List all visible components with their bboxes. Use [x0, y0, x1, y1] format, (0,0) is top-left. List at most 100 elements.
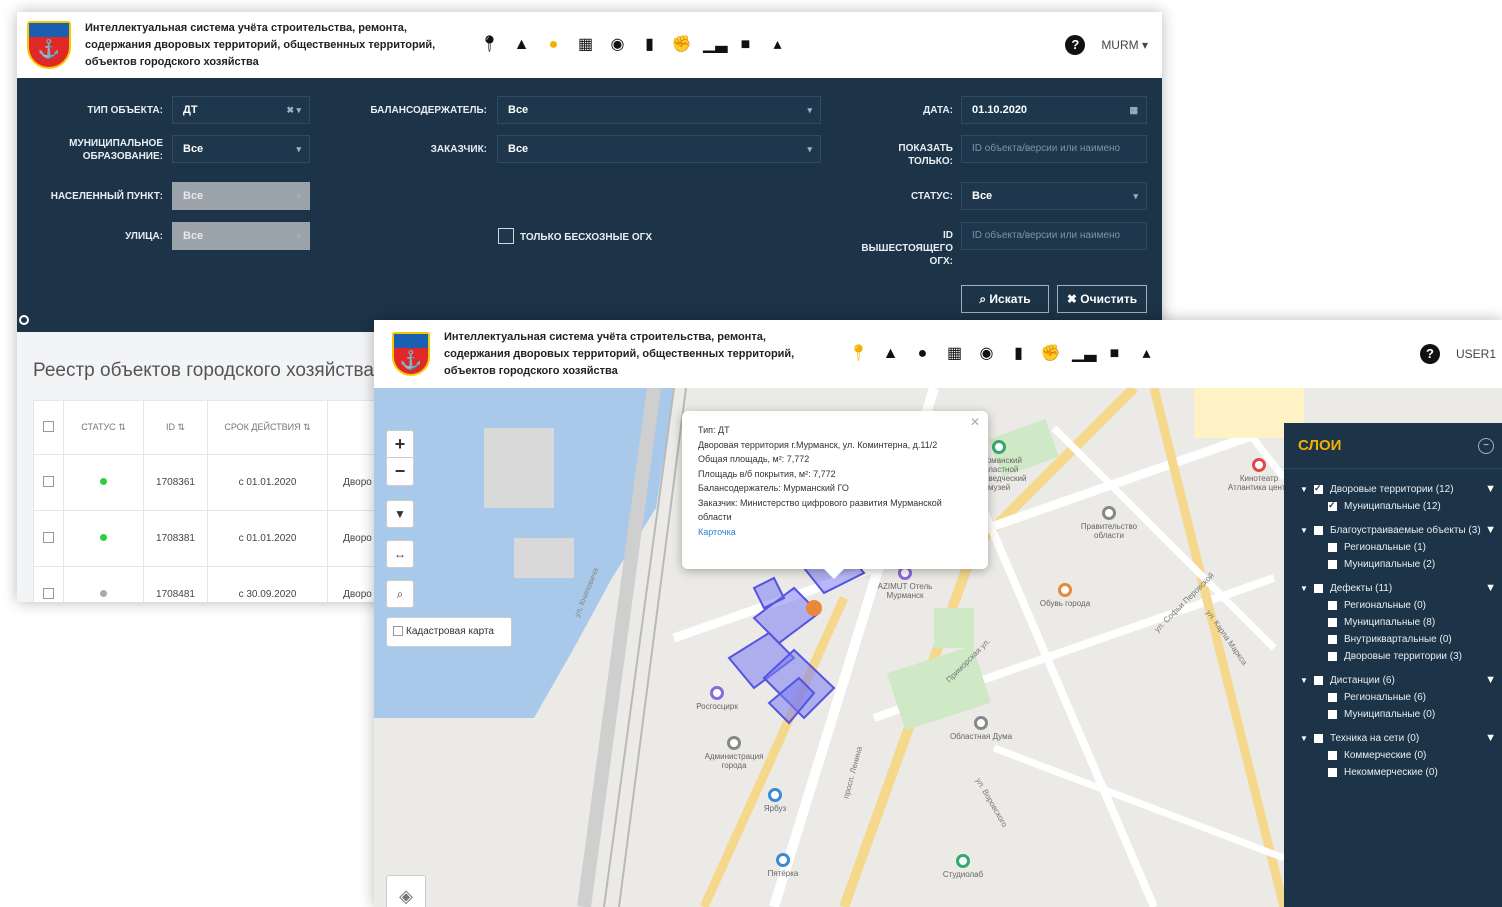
layer-group[interactable]: ▼ Дистанции (6) ▼ — [1284, 672, 1502, 689]
lightbulb-icon[interactable]: ● — [543, 35, 564, 55]
eye-icon[interactable]: ◉ — [976, 344, 997, 364]
locate-marker-button[interactable]: ▼ — [386, 500, 414, 528]
poi-marker[interactable]: AZIMUT Отель Мурманск — [870, 566, 940, 600]
table-row[interactable]: 1708481 с 30.09.2020 Дворо — [33, 566, 388, 602]
layer-checkbox[interactable] — [1328, 652, 1337, 661]
column-status[interactable]: СТАТУС ⇅ — [63, 400, 144, 455]
search-button[interactable]: ⌕ Искать — [961, 285, 1049, 313]
clear-button[interactable]: ✖ Очистить — [1057, 285, 1147, 313]
row-checkbox[interactable] — [43, 587, 54, 599]
street-select[interactable]: Все ▾ — [172, 222, 310, 250]
measure-button[interactable]: ↔ — [386, 540, 414, 568]
bar-chart-icon[interactable]: ▁▃ — [703, 35, 728, 55]
layer-group[interactable]: ▼ Техника на сети (0) ▼ — [1284, 730, 1502, 747]
layer-checkbox[interactable] — [1328, 693, 1337, 702]
expand-icon[interactable]: ▼ — [1300, 580, 1308, 597]
layer-checkbox[interactable] — [1314, 734, 1323, 743]
layer-checkbox[interactable] — [1314, 584, 1323, 593]
documents-icon[interactable]: ■ — [735, 35, 756, 55]
user-menu[interactable]: USER1 — [1456, 347, 1496, 361]
bar-chart-icon[interactable]: ▁▃ — [1072, 344, 1097, 364]
expand-icon[interactable]: ▼ — [1300, 522, 1308, 539]
municipality-select[interactable]: Все ▾ — [172, 135, 310, 163]
layer-group[interactable]: ▼ Благоустраиваемые объекты (3) ▼ — [1284, 522, 1502, 539]
poi-marker[interactable]: Обувь города — [1030, 583, 1100, 608]
status-select[interactable]: Все ▾ — [961, 182, 1147, 210]
layer-item[interactable]: Дворовые территории (3) — [1284, 648, 1502, 665]
map-marker-icon[interactable]: 📍︎ — [479, 35, 500, 55]
help-icon[interactable]: ? — [1419, 344, 1440, 364]
poi-marker[interactable]: Администрация города — [699, 736, 769, 770]
documents-icon[interactable]: ■ — [1104, 344, 1125, 364]
cadastral-checkbox[interactable] — [393, 626, 403, 637]
layer-item[interactable]: Региональные (6) — [1284, 689, 1502, 706]
layer-checkbox[interactable] — [1328, 497, 1337, 514]
layer-checkbox[interactable] — [1328, 635, 1337, 644]
table-row[interactable]: 1708381 с 01.01.2020 Дворо — [33, 510, 388, 567]
close-icon[interactable]: ✕ — [970, 415, 980, 430]
layer-item[interactable]: Региональные (1) — [1284, 539, 1502, 556]
layer-checkbox[interactable] — [1328, 543, 1337, 552]
layer-group[interactable]: ▼ Дворовые территории (12) ▼ — [1284, 480, 1502, 498]
poi-marker[interactable]: Студиолаб — [928, 854, 998, 879]
thumbs-up-icon[interactable]: ✊ — [671, 35, 692, 55]
layer-item[interactable]: Муниципальные (0) — [1284, 706, 1502, 723]
user-icon[interactable]: ▴ — [767, 35, 788, 55]
select-all-checkbox[interactable] — [43, 421, 54, 432]
filter-icon[interactable]: ▼ — [1485, 730, 1496, 747]
layer-checkbox[interactable] — [1328, 710, 1337, 719]
layer-item[interactable]: Региональные (0) — [1284, 597, 1502, 614]
zoom-in-button[interactable]: + — [387, 431, 413, 458]
layer-item[interactable]: Муниципальные (12) — [1284, 497, 1502, 515]
only-unowned-checkbox[interactable] — [498, 228, 514, 244]
road-icon[interactable]: ▲ — [511, 35, 532, 55]
lightbulb-icon[interactable]: ● — [912, 344, 933, 364]
layer-group[interactable]: ▼ Дефекты (11) ▼ — [1284, 580, 1502, 597]
layer-checkbox[interactable] — [1314, 676, 1323, 685]
object-type-select[interactable]: ДТ ✖ ▾ — [172, 96, 310, 124]
poi-marker[interactable]: Областная Дума — [946, 716, 1016, 741]
poi-marker[interactable]: Пятёрка — [748, 853, 818, 878]
filter-icon[interactable]: ▼ — [1485, 580, 1496, 597]
column-validity[interactable]: СРОК ДЕЙСТВИЯ ⇅ — [207, 400, 328, 455]
layer-checkbox[interactable] — [1314, 526, 1323, 535]
parent-id-input[interactable]: ID объекта/версии или наимено — [961, 222, 1147, 250]
date-input[interactable]: 01.10.2020 ▦ — [961, 96, 1147, 124]
collapse-filter-icon[interactable] — [19, 315, 29, 325]
layer-checkbox[interactable] — [1328, 560, 1337, 569]
layer-item[interactable]: Внутриквартальные (0) — [1284, 631, 1502, 648]
map-marker-icon[interactable]: 📍︎ — [848, 344, 869, 364]
expand-icon[interactable]: ▼ — [1300, 730, 1308, 747]
map-search-button[interactable]: ⌕ — [386, 580, 414, 608]
expand-icon[interactable]: ▼ — [1300, 481, 1308, 498]
close-panel-icon[interactable]: − — [1478, 438, 1494, 454]
road-icon[interactable]: ▲ — [880, 344, 901, 364]
customer-select[interactable]: Все ▾ — [497, 135, 821, 163]
column-id[interactable]: ID ⇅ — [143, 400, 208, 455]
basemap-layers-button[interactable]: ◈ — [386, 875, 426, 907]
layer-item[interactable]: Коммерческие (0) — [1284, 747, 1502, 764]
layer-checkbox[interactable] — [1314, 480, 1323, 497]
card-link[interactable]: Карточка — [698, 525, 972, 540]
eye-icon[interactable]: ◉ — [607, 35, 628, 55]
holder-select[interactable]: Все ▾ — [497, 96, 821, 124]
row-checkbox[interactable] — [43, 475, 54, 487]
book-icon[interactable]: ▮ — [639, 35, 660, 55]
calendar-icon[interactable]: ▦ — [944, 344, 965, 364]
layer-item[interactable]: Муниципальные (2) — [1284, 556, 1502, 573]
filter-icon[interactable]: ▼ — [1485, 522, 1496, 539]
cadastral-map-toggle[interactable]: Кадастровая карта — [386, 617, 512, 647]
layer-checkbox[interactable] — [1328, 751, 1337, 760]
row-checkbox[interactable] — [43, 531, 54, 543]
calendar-icon[interactable]: ▦ — [575, 35, 596, 55]
settlement-select[interactable]: Все ▾ — [172, 182, 310, 210]
layer-checkbox[interactable] — [1328, 618, 1337, 627]
layer-checkbox[interactable] — [1328, 768, 1337, 777]
layer-item[interactable]: Некоммерческие (0) — [1284, 764, 1502, 781]
table-row[interactable]: 1708361 с 01.01.2020 Дворо — [33, 454, 388, 511]
user-icon[interactable]: ▴ — [1136, 344, 1157, 364]
poi-marker[interactable]: Росгосцирк — [682, 686, 752, 711]
show-only-input[interactable]: ID объекта/версии или наимено — [961, 135, 1147, 163]
thumbs-up-icon[interactable]: ✊ — [1040, 344, 1061, 364]
book-icon[interactable]: ▮ — [1008, 344, 1029, 364]
